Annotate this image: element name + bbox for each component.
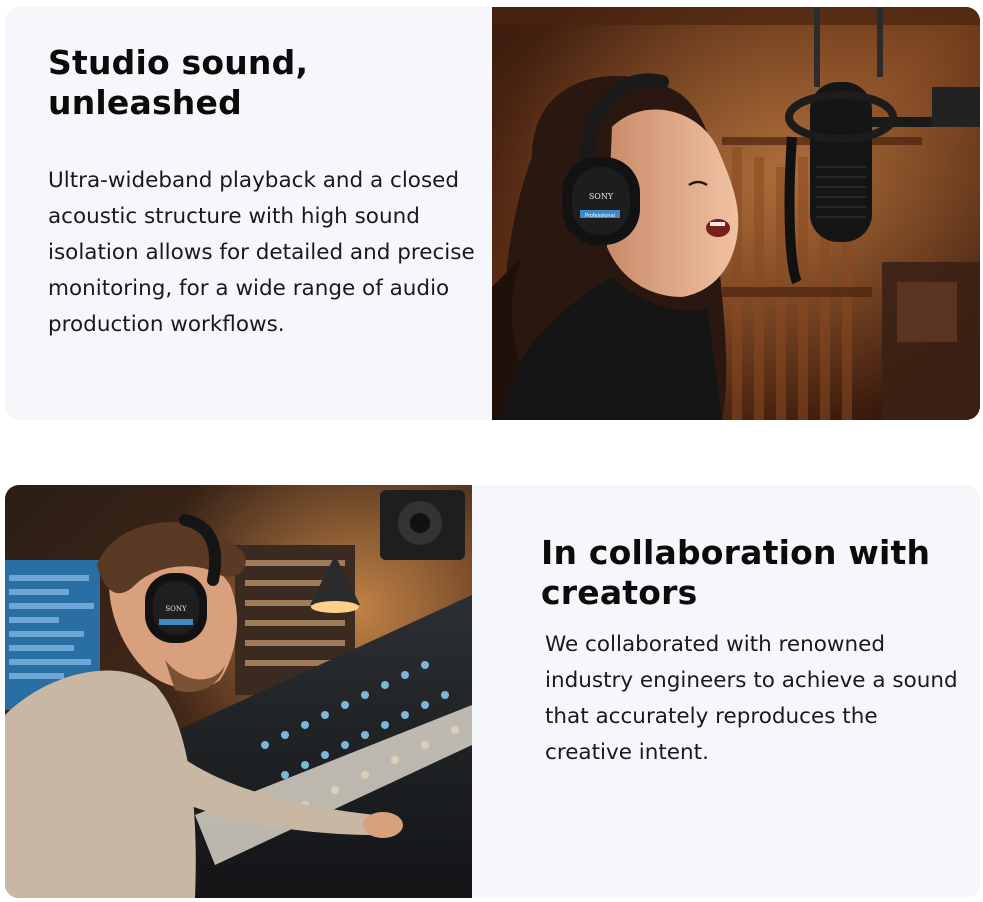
feature-headline: In collaboration with creators — [541, 533, 931, 612]
feature-card-studio-sound: Studio sound, unleashed Ultra-wideband p… — [5, 7, 980, 420]
feature-description: Ultra-wideband playback and a closed aco… — [48, 168, 475, 337]
feature-text-panel: In collaboration with creators We collab… — [541, 533, 961, 771]
feature-card-collaboration: SONY In collaboration with creators We c… — [5, 485, 980, 898]
feature-description: We collaborated with renowned industry e… — [545, 632, 958, 765]
headphone-brand-label: SONY — [589, 192, 614, 201]
singer-recording-photo: SONY Professional — [492, 7, 980, 420]
headphone-model-label: Professional — [585, 213, 615, 219]
headphone-brand-label: SONY — [165, 605, 187, 613]
singer-recording-illustration: SONY Professional — [492, 7, 980, 420]
engineer-mixing-illustration: SONY — [5, 485, 472, 898]
feature-headline: Studio sound, unleashed — [48, 43, 309, 122]
engineer-mixing-photo: SONY — [5, 485, 472, 898]
feature-text-panel: Studio sound, unleashed Ultra-wideband p… — [48, 43, 478, 343]
